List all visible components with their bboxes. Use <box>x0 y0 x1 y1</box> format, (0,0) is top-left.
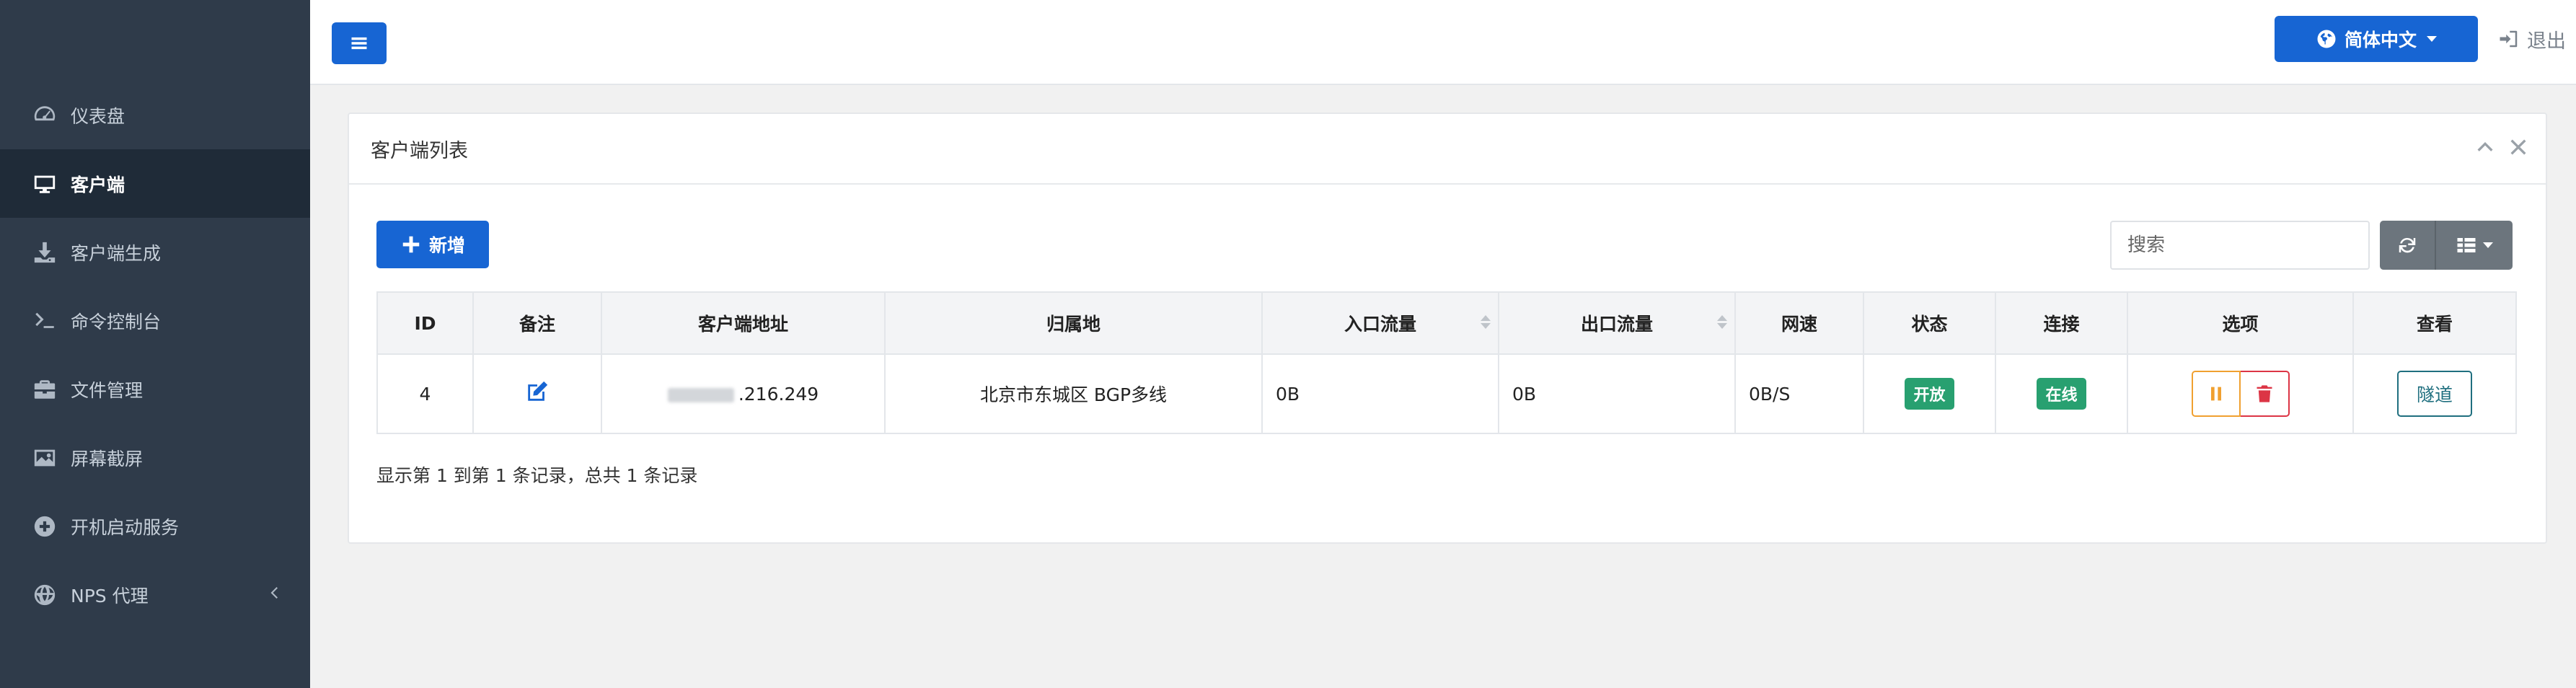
redacted-ip-prefix <box>667 387 734 402</box>
column-header-options[interactable]: 选项 <box>2127 291 2354 355</box>
sort-icon <box>1481 313 1491 333</box>
add-client-button[interactable]: 新增 <box>376 221 489 268</box>
pagination-summary: 显示第 1 到第 1 条记录，总共 1 条记录 <box>376 465 698 486</box>
table-row: 4 .216.249 北京市东城区 BGP多线 0B 0B 0B/S 开放 在线… <box>376 353 2517 434</box>
sidebar-item-label: 屏幕截屏 <box>71 448 144 469</box>
sort-icon <box>1717 313 1727 333</box>
panel-title: 客户端列表 <box>371 139 468 162</box>
globe-icon <box>2317 30 2336 48</box>
panel-header: 客户端列表 <box>349 114 2546 185</box>
column-header-status[interactable]: 状态 <box>1863 291 1996 355</box>
cell-speed: 0B/S <box>1734 353 1864 434</box>
table-header-row: ID 备注 客户端地址 归属地 入口流量 出口流量 网速 状态 连接 选项 查看 <box>376 291 2517 355</box>
chevron-left-icon <box>265 584 283 601</box>
cell-address: .216.249 <box>601 353 886 434</box>
sidebar-item-label: 客户端生成 <box>71 242 162 264</box>
delete-button[interactable] <box>2240 371 2290 417</box>
sidebar-item-clients[interactable]: 客户端 <box>0 149 310 218</box>
sidebar-item-console[interactable]: 命令控制台 <box>0 286 310 355</box>
sidebar-item-label: 仪表盘 <box>71 105 125 127</box>
sidebar-item-client-generate[interactable]: 客户端生成 <box>0 218 310 286</box>
column-header-label: 入口流量 <box>1344 314 1416 335</box>
cell-options <box>2127 353 2354 434</box>
caret-down-icon <box>2483 242 2493 248</box>
cell-id: 4 <box>376 353 474 434</box>
image-icon <box>29 442 61 474</box>
sidebar: 仪表盘 客户端 客户端生成 命令控制台 文件管理 屏幕截屏 开机启动服务 NPS… <box>0 0 310 688</box>
chevron-up-icon[interactable] <box>2475 137 2495 157</box>
cell-location: 北京市东城区 BGP多线 <box>884 353 1263 434</box>
client-table: ID 备注 客户端地址 归属地 入口流量 出口流量 网速 状态 连接 选项 查看… <box>376 291 2517 434</box>
refresh-button[interactable] <box>2380 221 2436 270</box>
table-view-controls <box>2380 221 2513 270</box>
connection-badge: 在线 <box>2037 378 2086 410</box>
plus-circle-icon <box>29 511 61 542</box>
column-header-address[interactable]: 客户端地址 <box>601 291 886 355</box>
sidebar-item-files[interactable]: 文件管理 <box>0 355 310 423</box>
column-header-remark[interactable]: 备注 <box>472 291 602 355</box>
sidebar-header <box>0 0 310 81</box>
cell-view: 隧道 <box>2352 353 2517 434</box>
caret-down-icon <box>2427 36 2437 42</box>
cell-outbound: 0B <box>1498 353 1736 434</box>
logout-label: 退出 <box>2527 30 2566 53</box>
plus-icon <box>402 236 420 253</box>
monitor-icon <box>29 168 61 200</box>
sidebar-item-label: NPS 代理 <box>71 585 149 607</box>
sign-in-icon <box>2500 30 2518 48</box>
list-grid-icon <box>2457 238 2476 252</box>
language-label: 简体中文 <box>2344 30 2417 50</box>
briefcase-icon <box>29 374 61 405</box>
main-content: 简体中文 退出 客户端列表 新增 搜索 ID 备注 客户端地址 归属地 入口流量… <box>310 0 2576 688</box>
download-icon <box>29 237 61 268</box>
options-button-group <box>2191 371 2290 417</box>
column-header-inbound[interactable]: 入口流量 <box>1261 291 1499 355</box>
add-label: 新增 <box>428 235 465 256</box>
menu-toggle-button[interactable] <box>332 22 387 64</box>
column-header-location[interactable]: 归属地 <box>884 291 1263 355</box>
top-navbar: 简体中文 退出 <box>310 0 2576 85</box>
sidebar-item-nps-proxy[interactable]: NPS 代理 <box>0 560 310 629</box>
column-header-view[interactable]: 查看 <box>2352 291 2517 355</box>
terminal-icon <box>29 305 61 337</box>
close-icon[interactable] <box>2508 137 2528 157</box>
search-input[interactable] <box>2110 221 2370 270</box>
logout-link[interactable]: 退出 <box>2498 16 2566 62</box>
trash-icon <box>2257 385 2272 402</box>
cell-status: 开放 <box>1863 353 1996 434</box>
dashboard-icon <box>29 100 61 131</box>
column-header-id[interactable]: ID <box>376 291 474 355</box>
pause-button[interactable] <box>2191 371 2241 417</box>
client-list-panel: 客户端列表 新增 搜索 ID 备注 客户端地址 归属地 入口流量 出口流量 网速… <box>348 113 2547 544</box>
column-header-connection[interactable]: 连接 <box>1995 291 2128 355</box>
sidebar-item-label: 命令控制台 <box>71 311 162 332</box>
menu-icon <box>351 37 367 50</box>
sidebar-item-label: 开机启动服务 <box>71 516 180 538</box>
cell-inbound: 0B <box>1261 353 1499 434</box>
sidebar-item-startup[interactable]: 开机启动服务 <box>0 492 310 560</box>
column-header-speed[interactable]: 网速 <box>1734 291 1864 355</box>
column-header-label: 出口流量 <box>1580 314 1653 335</box>
globe-icon <box>29 579 61 611</box>
cell-remark <box>472 353 602 434</box>
columns-dropdown-button[interactable] <box>2436 221 2513 270</box>
sidebar-item-dashboard[interactable]: 仪表盘 <box>0 81 310 149</box>
sidebar-item-label: 文件管理 <box>71 379 144 401</box>
pause-icon <box>2210 387 2221 401</box>
cell-connection: 在线 <box>1995 353 2128 434</box>
edit-icon[interactable] <box>525 381 550 408</box>
column-header-outbound[interactable]: 出口流量 <box>1498 291 1736 355</box>
language-dropdown-button[interactable]: 简体中文 <box>2275 16 2478 62</box>
address-text: .216.249 <box>738 383 819 405</box>
table-toolbar: 新增 <box>349 185 2546 278</box>
refresh-icon <box>2399 237 2416 253</box>
sidebar-item-screenshot[interactable]: 屏幕截屏 <box>0 423 310 492</box>
status-badge: 开放 <box>1905 378 1954 410</box>
tunnel-button[interactable]: 隧道 <box>2397 371 2472 417</box>
sidebar-item-label: 客户端 <box>71 174 125 195</box>
panel-tools <box>2475 137 2528 157</box>
